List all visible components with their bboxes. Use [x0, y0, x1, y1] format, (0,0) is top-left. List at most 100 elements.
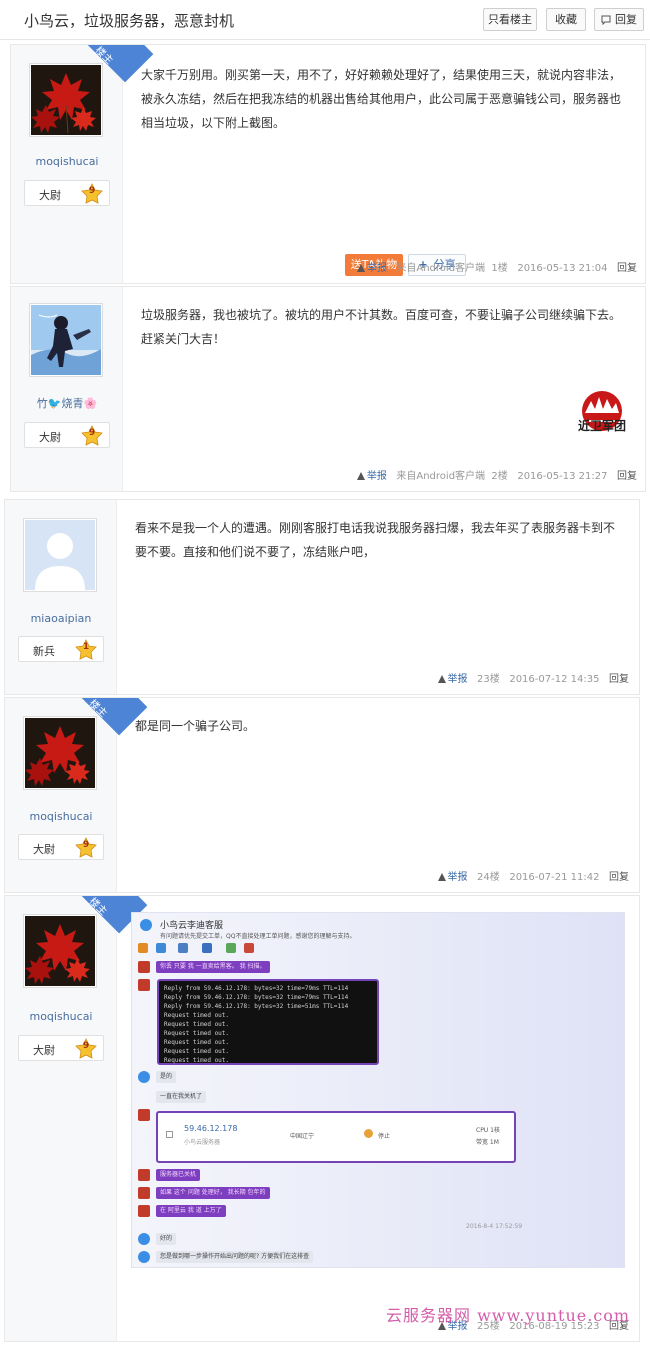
terminal-line: Request timed out. [164, 1057, 230, 1064]
reply-button-label: 回复 [615, 13, 637, 26]
rank-level: 9 [82, 1041, 90, 1051]
warning-triangle-icon [437, 675, 446, 683]
username[interactable]: miaoaipian [5, 612, 117, 625]
terminal-line: Request timed out. [164, 1030, 230, 1037]
terminal-line: Reply from 59.46.12.178: bytes=32 time=5… [164, 1003, 349, 1010]
reply-link[interactable]: 回复 [617, 263, 637, 274]
warning-triangle-icon [356, 264, 365, 272]
user-avatar-icon [138, 1205, 150, 1217]
server-card: 59.46.12.178 小鸟云服务器 中国辽宁 停止 CPU 1核 带宽 1M [156, 1111, 516, 1163]
support-avatar-icon [138, 1071, 150, 1083]
chat-message: 好的 [156, 1233, 177, 1245]
report-label: 举报 [447, 674, 468, 685]
support-avatar-icon [138, 1233, 150, 1245]
rank-label: 大尉 [39, 189, 61, 202]
rank-level: 9 [82, 840, 90, 850]
emblem-text: 近卫军团 [577, 419, 626, 433]
post-footer: 举报 来自Android客户端 1楼 2016-05-13 21:04 回复 [356, 259, 637, 274]
floor-number: 23楼 [477, 674, 500, 685]
chat-message: 你丢 只要 我 一直卖给黑客。 我 扫描。 [156, 961, 270, 973]
author-sidebar: miaoaipian 新兵 1 [5, 500, 117, 694]
post-content: 垃圾服务器，我也被坑了。被坑的用户不计其数。百度可查，不要让骗子公司继续骗下去。… [141, 308, 622, 346]
image-icon [226, 943, 236, 953]
terminal-line: Request timed out. [164, 1012, 230, 1019]
chat-message: 一直在我关机了 [156, 1091, 207, 1103]
reply-link[interactable]: 回复 [617, 471, 637, 482]
avatar[interactable] [29, 63, 103, 137]
chat-message: 在 阿里云 我 道 上万了 [156, 1205, 226, 1217]
report-link[interactable]: 举报 [437, 674, 468, 685]
post-time: 2016-07-12 14:35 [509, 674, 600, 685]
user-avatar-icon [138, 1169, 150, 1181]
reply-link[interactable]: 回复 [609, 872, 629, 883]
avatar[interactable] [23, 914, 97, 988]
favorite-button[interactable]: 收藏 [546, 8, 586, 31]
client-source: 来自Android客户端 [396, 471, 486, 482]
chat-notice: 有问题请优先提交工单，QQ不直接处理工单问题，感谢您的理解与支持。 [160, 933, 356, 940]
report-link[interactable]: 举报 [356, 263, 387, 274]
username[interactable]: moqishucai [5, 1010, 117, 1023]
post-floor-24: 楼主 moqishucai 大尉 9 都是同一个骗子公司。 举报 24楼 201… [4, 697, 640, 893]
voice-icon [156, 943, 166, 953]
rank-level: 1 [82, 642, 90, 652]
chat-screenshot-image[interactable]: 小鸟云李迪客服 有问题请优先提交工单，QQ不直接处理工单问题，感谢您的理解与支持… [131, 912, 625, 1268]
report-label: 举报 [447, 872, 468, 883]
avatar[interactable] [29, 303, 103, 377]
username[interactable]: moqishucai [11, 155, 123, 168]
chat-title: 小鸟云李迪客服 [160, 921, 224, 931]
only-owner-button[interactable]: 只看楼主 [483, 8, 537, 31]
rank-label: 大尉 [33, 1044, 55, 1057]
reply-link[interactable]: 回复 [609, 674, 629, 685]
rank-level: 9 [88, 186, 96, 196]
chat-message: 您是做到哪一步操作开始出问题的呢? 方便我们在这排查 [156, 1251, 314, 1263]
emoji-icon [138, 943, 148, 953]
username[interactable]: moqishucai [5, 810, 117, 823]
site-watermark: 云服务器网 www.yuntue.com [386, 1306, 631, 1325]
warning-triangle-icon [437, 873, 446, 881]
username[interactable]: 竹🐦烧青🌸 [11, 395, 123, 411]
default-avatar [25, 520, 95, 590]
post-footer: 举报 来自Android客户端 2楼 2016-05-13 21:27 回复 [356, 467, 637, 482]
floor-number: 1楼 [491, 263, 508, 274]
apps-icon [244, 943, 254, 953]
post-content: 大家千万别用。刚买第一天，用不了，好好赖赖处理好了，结果使用三天，就说内容非法，… [141, 68, 622, 130]
post-time: 2016-07-21 11:42 [509, 872, 600, 883]
chat-message: 是的 [156, 1071, 177, 1083]
client-source: 来自Android客户端 [396, 263, 486, 274]
author-sidebar: 楼主 moqishucai 大尉 9 [5, 698, 148, 892]
server-status: 停止 [378, 1133, 391, 1140]
post-content: 看来不是我一个人的遭遇。刚刚客服打电话我说我服务器扫爆，我去年买了表服务器卡到不… [135, 521, 616, 559]
user-avatar-icon [138, 1187, 150, 1199]
post-footer: 举报 24楼 2016-07-21 11:42 回复 [437, 868, 629, 883]
maple-leaf-avatar [31, 65, 101, 135]
avatar[interactable] [23, 518, 97, 592]
author-sidebar: 竹🐦烧青🌸 大尉 9 [11, 287, 123, 491]
chat-toolbar [138, 943, 258, 955]
maple-leaf-avatar [25, 916, 95, 986]
server-ip: 59.46.12.178 [184, 1124, 238, 1133]
warning-triangle-icon [356, 472, 365, 480]
bird-logo-icon [140, 919, 152, 931]
report-link[interactable]: 举报 [437, 872, 468, 883]
rank-badge: 大尉 9 [18, 1035, 104, 1061]
user-avatar-icon [138, 1109, 150, 1121]
report-link[interactable]: 举报 [356, 471, 387, 482]
floor-number: 2楼 [491, 471, 508, 482]
rank-level: 9 [88, 428, 96, 438]
report-label: 举报 [366, 263, 387, 274]
post-floor-1: 楼主 moqishucai 大尉 9 大家千万别用。刚买第一天，用不了，好好赖赖… [10, 44, 646, 284]
checkbox-icon [166, 1131, 173, 1138]
report-label: 举报 [366, 471, 387, 482]
terminal-line: Request timed out. [164, 1039, 230, 1046]
avatar[interactable] [23, 716, 97, 790]
server-spec: CPU 1核 [476, 1127, 500, 1134]
post-time: 2016-05-13 21:27 [517, 471, 608, 482]
rank-badge: 大尉 9 [18, 834, 104, 860]
folder-icon [178, 943, 188, 953]
support-avatar-icon [138, 1251, 150, 1263]
chat-timestamp: 2016-8-4 17:52:59 [466, 1223, 523, 1230]
post-content: 都是同一个骗子公司。 [135, 719, 256, 733]
reply-button[interactable]: 回复 [594, 8, 644, 31]
rank-badge: 新兵 1 [18, 636, 104, 662]
terminal-line: Reply from 59.46.12.178: bytes=32 time=7… [164, 985, 349, 992]
